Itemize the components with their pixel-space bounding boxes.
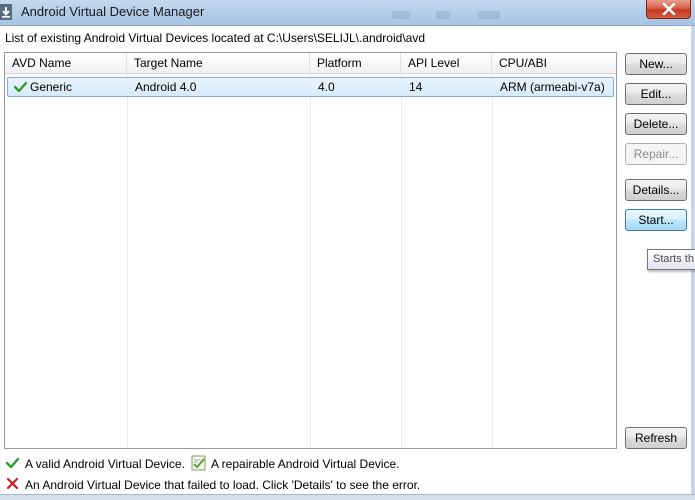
legend-failed-text: An Android Virtual Device that failed to…	[25, 478, 421, 492]
close-icon	[662, 3, 675, 15]
cell-platform: 4.0	[318, 80, 335, 94]
table-row[interactable]: Generic Android 4.0 4.0 14 ARM (armeabi-…	[7, 77, 614, 97]
background-blur	[436, 11, 450, 19]
column-header-target-name[interactable]: Target Name	[127, 53, 310, 74]
refresh-button[interactable]: Refresh	[625, 427, 687, 449]
start-button-tooltip: Starts th	[647, 249, 695, 270]
legend-valid-text: A valid Android Virtual Device.	[25, 457, 185, 471]
valid-check-icon	[6, 457, 19, 469]
repair-button[interactable]: Repair...	[625, 143, 687, 165]
title-bar[interactable]: Android Virtual Device Manager	[0, 0, 695, 26]
window-title: Android Virtual Device Manager	[21, 4, 205, 19]
avd-table[interactable]: AVD Name Target Name Platform API Level …	[4, 52, 617, 449]
cell-avd-name: Generic	[30, 80, 73, 94]
window-frame	[0, 494, 695, 500]
column-header-avd-name[interactable]: AVD Name	[5, 53, 127, 74]
legend-row-failed: An Android Virtual Device that failed to…	[6, 477, 436, 493]
column-divider	[310, 74, 311, 448]
column-divider	[401, 74, 402, 448]
legend-repairable-text: A repairable Android Virtual Device.	[211, 457, 400, 471]
background-blur	[392, 11, 410, 19]
avd-location-label: List of existing Android Virtual Devices…	[5, 31, 425, 45]
repairable-device-icon	[191, 455, 206, 471]
column-header-api-level[interactable]: API Level	[401, 53, 492, 74]
failed-x-icon	[7, 478, 18, 489]
cell-api-level: 14	[409, 80, 423, 94]
close-button[interactable]	[646, 0, 691, 19]
edit-button[interactable]: Edit...	[625, 83, 687, 105]
start-button[interactable]: Start...	[625, 209, 687, 231]
cell-target-name: Android 4.0	[135, 80, 197, 94]
new-button[interactable]: New...	[625, 53, 687, 75]
column-divider	[492, 74, 493, 448]
column-header-cpu-abi[interactable]: CPU/ABI	[492, 53, 616, 74]
details-button[interactable]: Details...	[625, 179, 687, 201]
app-download-icon	[0, 4, 12, 20]
valid-check-icon	[14, 81, 27, 93]
legend-row-valid-repairable: A valid Android Virtual Device. A repair…	[6, 455, 426, 472]
cell-cpu-abi: ARM (armeabi-v7a)	[500, 80, 605, 94]
column-header-platform[interactable]: Platform	[310, 53, 401, 74]
table-header: AVD Name Target Name Platform API Level …	[5, 53, 616, 74]
background-blur	[478, 11, 500, 19]
column-divider	[127, 74, 128, 448]
delete-button[interactable]: Delete...	[625, 113, 687, 135]
